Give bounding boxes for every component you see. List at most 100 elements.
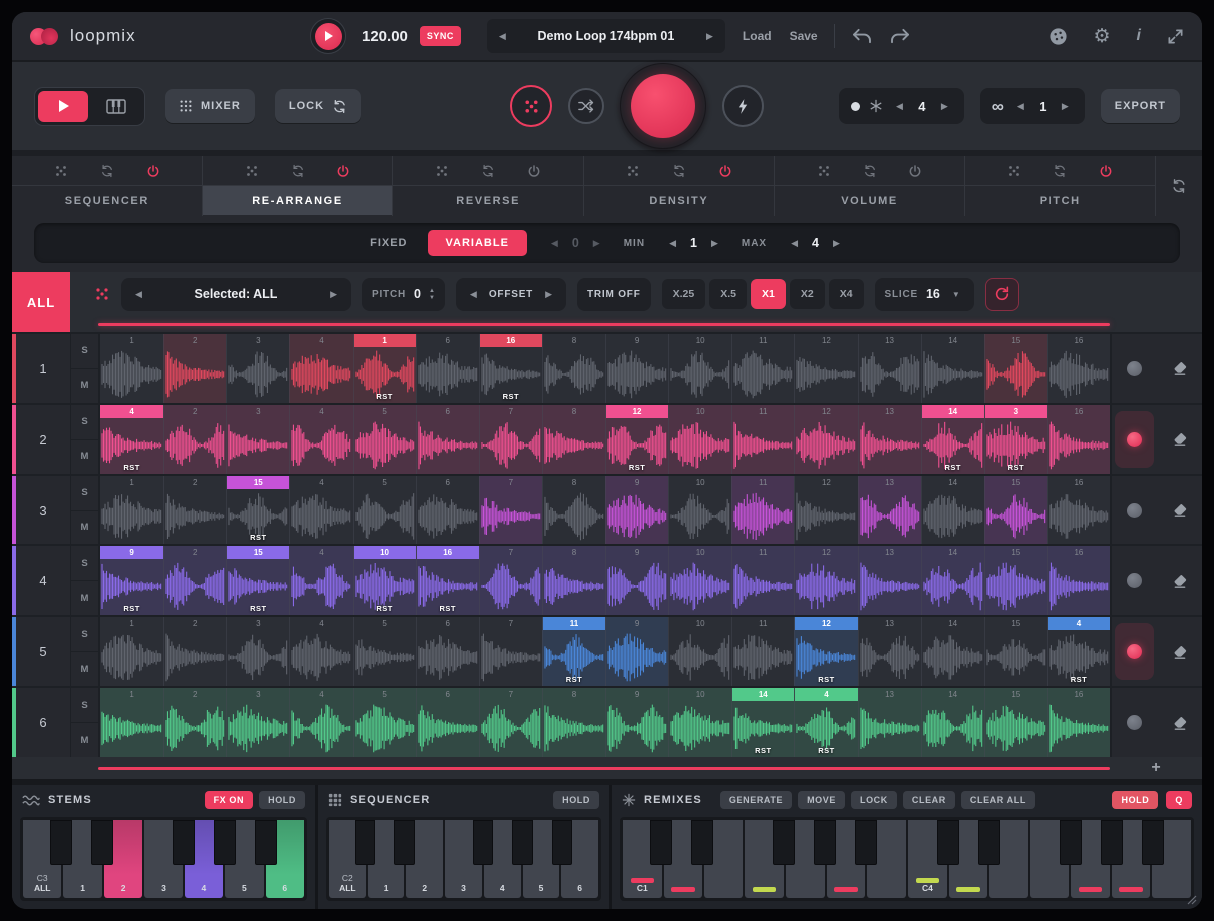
row-erase-button[interactable] xyxy=(1160,482,1199,539)
slice-cell[interactable]: 8 xyxy=(542,546,605,615)
tab-re-arrange[interactable]: RE-ARRANGE xyxy=(203,156,394,216)
tab-sync-icon[interactable] xyxy=(863,164,877,178)
slice-cell[interactable]: 12 xyxy=(794,334,857,403)
slice-cell[interactable]: 15RST xyxy=(226,546,289,615)
row-lock-ball-button[interactable] xyxy=(1115,552,1154,609)
tab-sync-icon[interactable] xyxy=(672,164,686,178)
piano-black-key[interactable] xyxy=(512,820,532,865)
mute-button[interactable]: M xyxy=(71,439,98,474)
tab-sync-icon[interactable] xyxy=(481,164,495,178)
slice-cell[interactable]: 14 xyxy=(921,688,984,757)
piano-black-key[interactable] xyxy=(814,820,835,865)
slice-cell[interactable]: 8 xyxy=(542,476,605,545)
piano-black-key[interactable] xyxy=(255,820,276,865)
slice-cell[interactable]: 3 xyxy=(226,688,289,757)
slice-cell[interactable]: 8 xyxy=(542,688,605,757)
slice-cell[interactable]: 11 xyxy=(731,334,794,403)
slice-cell[interactable]: 13 xyxy=(858,334,921,403)
piano-black-key[interactable] xyxy=(50,820,71,865)
slice-cell[interactable]: 4 xyxy=(289,546,352,615)
slice-cell[interactable]: 2 xyxy=(163,334,226,403)
slice-cell[interactable]: 10 xyxy=(668,688,731,757)
slice-cell[interactable]: 10 xyxy=(668,476,731,545)
slice-cell[interactable]: 11 xyxy=(731,476,794,545)
preset-next-button[interactable]: ▶ xyxy=(702,27,717,46)
slice-cell[interactable]: 11 xyxy=(731,546,794,615)
slice-cell[interactable]: 7 xyxy=(479,476,542,545)
piano-black-key[interactable] xyxy=(173,820,194,865)
row-number-button[interactable]: 2 xyxy=(16,405,70,474)
loop-count-prev-button[interactable]: ◀ xyxy=(1013,97,1028,116)
slice-cell[interactable]: 2 xyxy=(163,476,226,545)
slice-cell[interactable]: 2 xyxy=(163,688,226,757)
tab-dice-icon[interactable] xyxy=(54,164,68,178)
row-number-button[interactable]: 5 xyxy=(16,617,70,686)
slice-cell[interactable]: 16RST xyxy=(479,334,542,403)
slice-cell[interactable]: 14RST xyxy=(921,405,984,474)
slice-cell[interactable]: 14RST xyxy=(731,688,794,757)
slice-cell[interactable]: 4RST xyxy=(794,688,857,757)
slice-cell[interactable]: 4 xyxy=(289,405,352,474)
solo-button[interactable]: S xyxy=(71,546,98,580)
slice-cell[interactable]: 14 xyxy=(921,476,984,545)
tab-dice-icon[interactable] xyxy=(626,164,640,178)
slice-cell[interactable]: 15 xyxy=(984,476,1047,545)
slice-cell[interactable]: 6 xyxy=(416,334,479,403)
slice-cell[interactable]: 9 xyxy=(605,688,668,757)
slice-cell[interactable]: 10 xyxy=(668,334,731,403)
remixes-generate-button[interactable]: GENERATE xyxy=(720,791,792,809)
slice-cell[interactable]: 5 xyxy=(353,476,416,545)
fx-on-button[interactable]: FX ON xyxy=(205,791,254,809)
slice-cell[interactable]: 7 xyxy=(479,405,542,474)
piano-black-key[interactable] xyxy=(691,820,712,865)
piano-black-key[interactable] xyxy=(91,820,112,865)
piano-black-key[interactable] xyxy=(773,820,794,865)
slice-cell[interactable]: 13 xyxy=(858,476,921,545)
tab-sequencer[interactable]: SEQUENCER xyxy=(12,156,203,216)
tab-power-icon[interactable] xyxy=(718,164,732,178)
slice-dice-button[interactable] xyxy=(94,286,110,302)
slice-cell[interactable]: 4 xyxy=(289,688,352,757)
slice-cell[interactable]: 3RST xyxy=(984,405,1047,474)
rotate-slices-button[interactable] xyxy=(985,278,1019,311)
tab-power-icon[interactable] xyxy=(146,164,160,178)
remixes-hold-button[interactable]: HOLD xyxy=(1112,791,1158,809)
slice-cell[interactable]: 9 xyxy=(605,334,668,403)
slice-cell[interactable]: 16 xyxy=(1047,688,1110,757)
multiplier-x_5-button[interactable]: X.5 xyxy=(709,279,747,309)
piano-black-key[interactable] xyxy=(937,820,958,865)
solo-button[interactable]: S xyxy=(71,405,98,439)
tab-label[interactable]: DENSITY xyxy=(584,186,774,215)
min-prev-button[interactable]: ◀ xyxy=(665,234,680,253)
piano-black-key[interactable] xyxy=(394,820,414,865)
slice-cell[interactable]: 13 xyxy=(858,405,921,474)
tab-power-icon[interactable] xyxy=(336,164,350,178)
slice-cell[interactable]: 4 xyxy=(289,334,352,403)
row-number-button[interactable]: 1 xyxy=(16,334,70,403)
resize-window-button[interactable] xyxy=(1167,28,1184,45)
lock-button[interactable]: LOCK xyxy=(275,89,361,123)
slice-cell[interactable]: 15 xyxy=(984,688,1047,757)
row-erase-button[interactable] xyxy=(1160,411,1199,468)
slice-cell[interactable]: 10 xyxy=(668,617,731,686)
slice-cell[interactable]: 2 xyxy=(163,546,226,615)
solo-button[interactable]: S xyxy=(71,688,98,722)
tab-sync-icon[interactable] xyxy=(1053,164,1067,178)
piano-black-key[interactable] xyxy=(473,820,493,865)
tab-pitch[interactable]: PITCH xyxy=(965,156,1156,216)
info-button[interactable]: i xyxy=(1137,27,1141,45)
slice-cell[interactable]: 1 xyxy=(100,334,163,403)
fixed-value-next-button[interactable]: ▶ xyxy=(589,234,604,253)
mute-button[interactable]: M xyxy=(71,510,98,545)
tab-dice-icon[interactable] xyxy=(817,164,831,178)
row-lock-ball-button[interactable] xyxy=(1115,411,1154,468)
max-next-button[interactable]: ▶ xyxy=(829,234,844,253)
slice-cell[interactable]: 16 xyxy=(1047,476,1110,545)
slice-cell[interactable]: 1 xyxy=(100,476,163,545)
slice-cell[interactable]: 6 xyxy=(416,405,479,474)
slice-cell[interactable]: 4 xyxy=(289,617,352,686)
slice-cell[interactable]: 13 xyxy=(858,688,921,757)
slice-cell[interactable]: 12 xyxy=(794,476,857,545)
fixed-mode-button[interactable]: FIXED xyxy=(370,237,407,249)
tab-reverse[interactable]: REVERSE xyxy=(393,156,584,216)
